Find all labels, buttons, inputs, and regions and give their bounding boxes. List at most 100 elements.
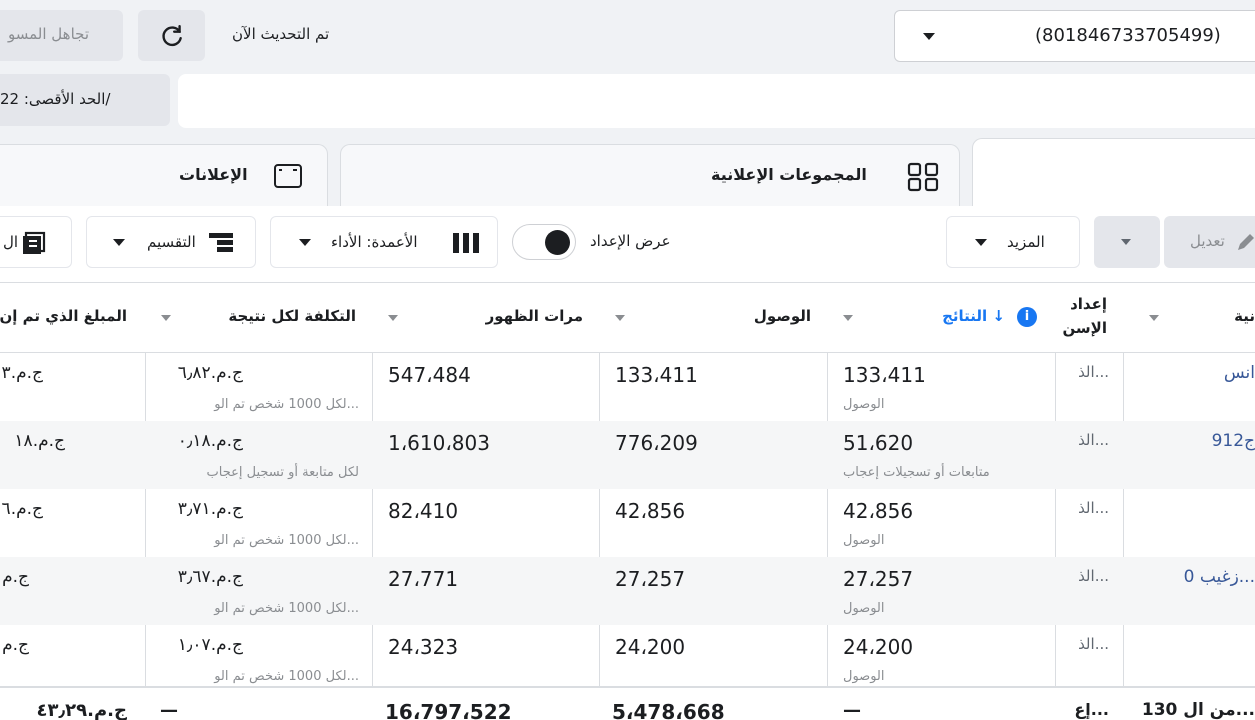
ad-icon [274, 164, 302, 188]
reach-value: 27،257 [615, 567, 686, 591]
tab-ads[interactable]: الإعلانات [0, 144, 328, 206]
total-setup: إع... [1074, 700, 1109, 719]
max-limit-badge: الحد الأقصى: 22/ [0, 74, 170, 126]
sort-icon [161, 315, 171, 321]
impressions-value: 24،323 [388, 635, 459, 659]
chevron-down-icon [299, 239, 311, 246]
table-row[interactable]: ج.م ج.م.٣٫٦٧ لكل 1000 شخص تم الو... 27،7… [0, 557, 1255, 625]
results-sub: الوصول [843, 397, 885, 412]
info-icon: i [1017, 307, 1037, 327]
reports-label: ال [3, 233, 19, 251]
spent-value: ج.م.٣ [1, 363, 43, 383]
grid-icon [907, 162, 939, 192]
setup-value: الذ... [1078, 431, 1109, 449]
total-name: 130 من ال... [1141, 700, 1255, 720]
results-sub: الوصول [843, 533, 885, 548]
reports-button[interactable]: ال [0, 216, 72, 268]
setup-value: الذ... [1078, 363, 1109, 381]
cpr-value: ج.م.١٫٠٧ [177, 635, 243, 655]
cpr-value: ج.م.٣٫٦٧ [177, 567, 243, 587]
show-setup-toggle[interactable] [512, 224, 576, 260]
sort-icon [615, 315, 625, 321]
header-name-label: نية [1234, 307, 1255, 325]
header-setup[interactable]: إعداد الإسن [1055, 283, 1123, 353]
results-value: 133،411 [843, 363, 926, 387]
ignore-label: تجاهل المسو [8, 25, 90, 43]
header-setup-label: إعداد [1070, 295, 1107, 313]
results-value: 24،200 [843, 635, 914, 659]
row-name-link[interactable]: زغيب 0... [1184, 567, 1255, 587]
reach-value: 42،856 [615, 499, 686, 523]
cpr-value: ج.م.٣٫٧١ [177, 499, 243, 519]
cpr-sub: لكل متابعة أو تسجيل إعجاب [206, 465, 359, 480]
reach-value: 24،200 [615, 635, 686, 659]
more-dropdown[interactable]: المزيد [946, 216, 1080, 268]
columns-icon [453, 233, 479, 253]
search-input[interactable] [178, 74, 1255, 128]
results-value: 51،620 [843, 431, 914, 455]
chevron-down-icon [1121, 239, 1131, 245]
sort-icon [843, 315, 853, 321]
sort-icon [388, 315, 398, 321]
header-cpr[interactable]: التكلفة لكل نتيجة [145, 283, 372, 353]
table-row[interactable]: ج.م.٣ ج.م.٦٫٨٢ لكل 1000 شخص تم الو... 54… [0, 353, 1255, 421]
header-spent-label: المبلغ الذي تم إن [0, 307, 127, 325]
breakdown-dropdown[interactable]: التقسيم [86, 216, 256, 268]
header-results[interactable]: النتائج ↓ i [827, 283, 1055, 353]
total-results: — [843, 700, 861, 720]
edit-button[interactable]: تعديل [1164, 216, 1255, 268]
breakdown-label: التقسيم [147, 233, 196, 251]
results-value: 42،856 [843, 499, 914, 523]
impressions-value: 547،484 [388, 363, 471, 387]
account-select[interactable]: (801846733705499) [894, 10, 1255, 62]
header-name[interactable]: نية [1123, 283, 1255, 353]
cpr-sub: لكل 1000 شخص تم الو... [214, 669, 359, 684]
ignore-button[interactable]: تجاهل المسو [0, 10, 123, 61]
tab-adsets-label: المجموعات الإعلانية [711, 165, 867, 184]
header-reach[interactable]: الوصول [599, 283, 827, 353]
cpr-value: ج.م.٠٫١٨ [177, 431, 243, 451]
max-limit-label: الحد الأقصى: 22/ [0, 90, 111, 108]
cpr-sub: لكل 1000 شخص تم الو... [214, 533, 359, 548]
impressions-value: 1،610،803 [388, 431, 490, 455]
spent-value: ج.م [2, 567, 29, 587]
setup-value: الذ... [1078, 499, 1109, 517]
results-sub: الوصول [843, 669, 885, 684]
header-spent[interactable]: المبلغ الذي تم إن [0, 283, 145, 353]
total-spent: ج.م.٤٣٫٢٩ [36, 700, 127, 720]
chevron-down-icon [975, 239, 987, 246]
results-sub: الوصول [843, 601, 885, 616]
pencil-icon [1238, 234, 1254, 250]
spent-value: ج.م.١٨ [14, 431, 65, 451]
header-reach-label: الوصول [753, 307, 811, 325]
columns-label: الأعمدة: الأداء [331, 233, 418, 251]
breakdown-icon [209, 233, 233, 252]
setup-value: الذ... [1078, 567, 1109, 585]
total-reach: 5،478،668 [612, 700, 725, 720]
cpr-sub: لكل 1000 شخص تم الو... [214, 397, 359, 412]
header-impressions[interactable]: مرات الظهور [372, 283, 599, 353]
columns-dropdown[interactable]: الأعمدة: الأداء [270, 216, 498, 268]
row-name-link[interactable]: 912ج [1212, 431, 1255, 451]
table-row[interactable]: ج.م.٦ ج.م.٣٫٧١ لكل 1000 شخص تم الو... 82… [0, 489, 1255, 557]
total-impressions: 16،797،522 [385, 700, 512, 720]
refresh-icon [162, 25, 182, 47]
reach-value: 776،209 [615, 431, 698, 455]
spent-value: ج.م.٦ [1, 499, 43, 519]
chevron-down-icon [923, 33, 935, 40]
refresh-button[interactable] [138, 10, 205, 61]
table-row[interactable]: ج.م.١٨ ج.م.٠٫١٨ لكل متابعة أو تسجيل إعجا… [0, 421, 1255, 489]
totals-row: ج.م.٤٣٫٢٩ — 16،797،522 5،478،668 — إع...… [0, 686, 1255, 720]
more-label: المزيد [1007, 233, 1045, 251]
edit-options-dropdown[interactable] [1094, 216, 1160, 268]
tab-adsets[interactable]: المجموعات الإعلانية [340, 144, 960, 206]
tab-campaigns[interactable] [972, 138, 1255, 208]
toggle-knob [545, 230, 570, 255]
row-name-link[interactable]: انس [1224, 363, 1255, 383]
data-table: المبلغ الذي تم إن التكلفة لكل نتيجة مرات… [0, 282, 1255, 720]
table-row[interactable]: ج.م ج.م.١٫٠٧ لكل 1000 شخص تم الو... 24،3… [0, 625, 1255, 693]
header-cpr-label: التكلفة لكل نتيجة [228, 307, 356, 325]
report-icon [23, 231, 46, 254]
impressions-value: 27،771 [388, 567, 459, 591]
header-impressions-label: مرات الظهور [485, 307, 583, 325]
